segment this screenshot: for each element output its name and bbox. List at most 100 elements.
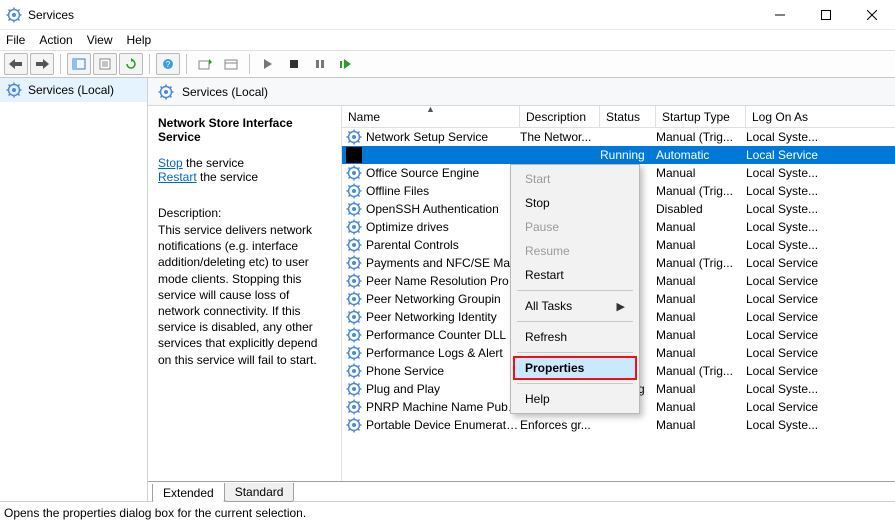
stop-link-row: Stop the service: [158, 156, 333, 170]
panel-header: Services (Local): [148, 78, 895, 106]
cell-startup-type: Manual: [656, 310, 746, 324]
cell-description: The Networ...: [520, 130, 600, 144]
calendar-icon[interactable]: [219, 53, 243, 75]
cell-logon: Local Service: [746, 148, 895, 162]
tree-pane: Services (Local): [0, 78, 148, 501]
cell-startup-type: Manual: [656, 166, 746, 180]
gear-icon: [346, 327, 362, 343]
ctx-resume[interactable]: Resume: [513, 239, 637, 263]
toolbar-divider: [149, 54, 150, 74]
export-list-button[interactable]: [193, 53, 217, 75]
gear-icon: [346, 381, 362, 397]
ctx-start[interactable]: Start: [513, 167, 637, 191]
forward-button[interactable]: [30, 53, 54, 75]
tree-label: Services (Local): [28, 83, 114, 97]
cell-startup-type: Manual (Trig...: [656, 364, 746, 378]
start-service-button[interactable]: [256, 53, 280, 75]
cell-startup-type: Automatic: [656, 148, 746, 162]
tree-services-local[interactable]: Services (Local): [0, 78, 147, 102]
stop-service-button[interactable]: [282, 53, 306, 75]
pause-service-button[interactable]: [308, 53, 332, 75]
gear-icon: [346, 201, 362, 217]
cell-logon: Local Syste...: [746, 220, 895, 234]
menubar: File Action View Help: [0, 30, 895, 50]
gear-icon: [346, 363, 362, 379]
window-title: Services: [28, 8, 74, 22]
cell-startup-type: Manual: [656, 328, 746, 342]
cell-name: Payments and NFC/SE Ma: [366, 256, 520, 270]
cell-name: Peer Networking Identity: [366, 310, 520, 324]
submenu-arrow-icon: ▶: [617, 300, 625, 313]
description-text: This service delivers network notificati…: [158, 222, 333, 368]
table-row[interactable]: Portable Device Enumerator...Enforces gr…: [342, 416, 895, 434]
detail-pane: Network Store Interface Service Stop the…: [148, 106, 342, 501]
cell-startup-type: Manual (Trig...: [656, 184, 746, 198]
ctx-restart[interactable]: Restart: [513, 263, 637, 287]
cell-status: Running: [600, 148, 656, 162]
ctx-resume-label: Resume: [525, 244, 570, 258]
cell-name: Peer Name Resolution Pro: [366, 274, 520, 288]
ctx-separator: [517, 290, 633, 291]
col-name[interactable]: Name ▲: [342, 106, 520, 127]
ctx-properties[interactable]: Properties: [513, 356, 637, 380]
menu-help[interactable]: Help: [127, 33, 152, 47]
ctx-refresh[interactable]: Refresh: [513, 325, 637, 349]
cell-logon: Local Syste...: [746, 202, 895, 216]
toolbar: ?: [0, 50, 895, 78]
selected-service-name: Network Store Interface Service: [158, 116, 333, 144]
gear-icon: [346, 399, 362, 415]
table-row[interactable]: Network Setup ServiceThe Networ... Manual…: [342, 128, 895, 146]
ctx-properties-label: Properties: [525, 361, 584, 375]
cell-name: Performance Counter DLL: [366, 328, 520, 342]
cell-logon: Local Syste...: [746, 382, 895, 396]
col-status[interactable]: Status: [600, 106, 656, 127]
ctx-all-tasks[interactable]: All Tasks ▶: [513, 294, 637, 318]
refresh-toolbar-button[interactable]: [119, 53, 143, 75]
properties-toolbar-button[interactable]: [93, 53, 117, 75]
ctx-stop[interactable]: Stop: [513, 191, 637, 215]
ctx-pause[interactable]: Pause: [513, 215, 637, 239]
help-toolbar-button[interactable]: ?: [156, 53, 180, 75]
restart-service-link[interactable]: Restart: [158, 170, 197, 184]
tab-standard[interactable]: Standard: [224, 483, 295, 502]
cell-logon: Local Syste...: [746, 130, 895, 144]
stop-service-link[interactable]: Stop: [158, 156, 183, 170]
cell-startup-type: Manual (Trig...: [656, 130, 746, 144]
col-description[interactable]: Description: [520, 106, 600, 127]
ctx-help[interactable]: Help: [513, 387, 637, 411]
cell-name: Peer Networking Groupin: [366, 292, 520, 306]
col-startup-type[interactable]: Startup Type: [656, 106, 746, 127]
gear-icon: [6, 82, 22, 98]
svg-text:?: ?: [166, 60, 171, 69]
main-body: Services (Local) Services (Local) Networ…: [0, 78, 895, 502]
back-button[interactable]: [4, 53, 28, 75]
minimize-button[interactable]: [757, 0, 803, 30]
gear-icon: [346, 147, 362, 163]
cell-startup-type: Manual: [656, 238, 746, 252]
ctx-separator: [517, 321, 633, 322]
gear-icon: [346, 219, 362, 235]
sort-asc-icon: ▲: [426, 106, 435, 114]
table-row[interactable]: RunningAutomaticLocal Service: [342, 146, 895, 164]
cell-name: Parental Controls: [366, 238, 520, 252]
cell-name: Performance Logs & Alert: [366, 346, 520, 360]
menu-action[interactable]: Action: [39, 33, 72, 47]
close-button[interactable]: [849, 0, 895, 30]
restart-service-button[interactable]: [334, 53, 358, 75]
app-icon: [6, 7, 22, 23]
column-headers: Name ▲ Description Status Startup Type L…: [342, 106, 895, 128]
show-hide-tree-button[interactable]: [67, 53, 91, 75]
titlebar: Services: [0, 0, 895, 30]
context-menu: Start Stop Pause Resume Restart All Task…: [510, 164, 640, 414]
menu-view[interactable]: View: [87, 33, 113, 47]
ctx-restart-label: Restart: [525, 268, 564, 282]
ctx-all-tasks-label: All Tasks: [525, 299, 572, 313]
tab-extended[interactable]: Extended: [152, 484, 225, 503]
gear-icon: [346, 237, 362, 253]
menu-file[interactable]: File: [6, 33, 25, 47]
cell-name: Plug and Play: [366, 382, 520, 396]
col-logon[interactable]: Log On As: [746, 106, 895, 127]
cell-name: Network Setup Service: [366, 130, 520, 144]
cell-name: Portable Device Enumerator...: [366, 418, 520, 432]
maximize-button[interactable]: [803, 0, 849, 30]
